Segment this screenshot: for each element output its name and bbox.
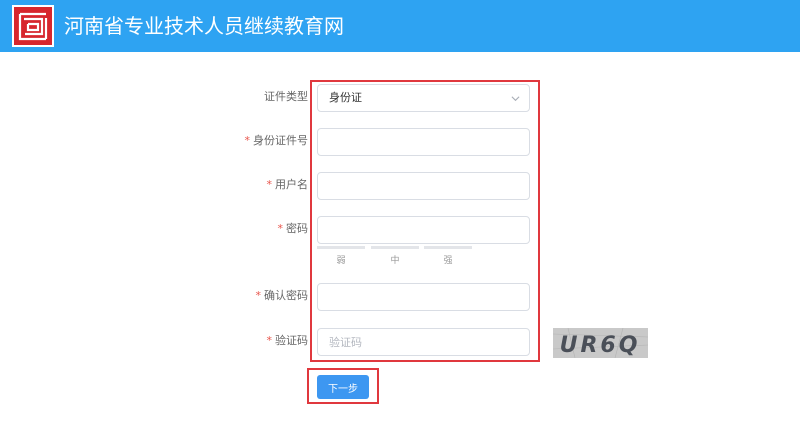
- strength-label-strong: 强: [443, 256, 453, 266]
- required-asterisk: *: [244, 134, 251, 147]
- strength-bar-weak: [317, 246, 365, 249]
- captcha-label: * 验证码: [266, 334, 309, 347]
- captcha-text: UR6Q: [560, 333, 641, 358]
- id-type-select[interactable]: 身份证: [317, 84, 530, 112]
- username-label: * 用户名: [266, 178, 309, 191]
- id-number-input[interactable]: [317, 128, 530, 156]
- username-input[interactable]: [317, 172, 530, 200]
- strength-label-weak: 弱: [336, 256, 346, 266]
- strength-bar-strong: [424, 246, 472, 249]
- required-asterisk: *: [266, 334, 273, 347]
- id-type-label: 证件类型: [264, 90, 308, 103]
- site-logo-icon[interactable]: [12, 5, 54, 47]
- required-asterisk: *: [277, 222, 284, 235]
- site-title: 河南省专业技术人员继续教育网: [64, 14, 344, 38]
- strength-label-medium: 中: [390, 256, 400, 266]
- captcha-input[interactable]: [317, 328, 530, 356]
- required-asterisk: *: [255, 289, 262, 302]
- strength-bar-medium: [371, 246, 419, 249]
- captcha-image[interactable]: UR6Q: [553, 328, 648, 358]
- site-header: 河南省专业技术人员继续教育网: [0, 0, 800, 52]
- id-type-selected-value: 身份证: [329, 91, 362, 104]
- confirm-password-input[interactable]: [317, 283, 530, 311]
- password-label: * 密码: [277, 222, 309, 235]
- id-number-label: * 身份证件号: [244, 134, 309, 147]
- next-step-button[interactable]: 下一步: [317, 375, 369, 399]
- password-input[interactable]: [317, 216, 530, 244]
- required-asterisk: *: [266, 178, 273, 191]
- confirm-password-label: * 确认密码: [255, 289, 309, 302]
- chevron-down-icon: [511, 96, 520, 102]
